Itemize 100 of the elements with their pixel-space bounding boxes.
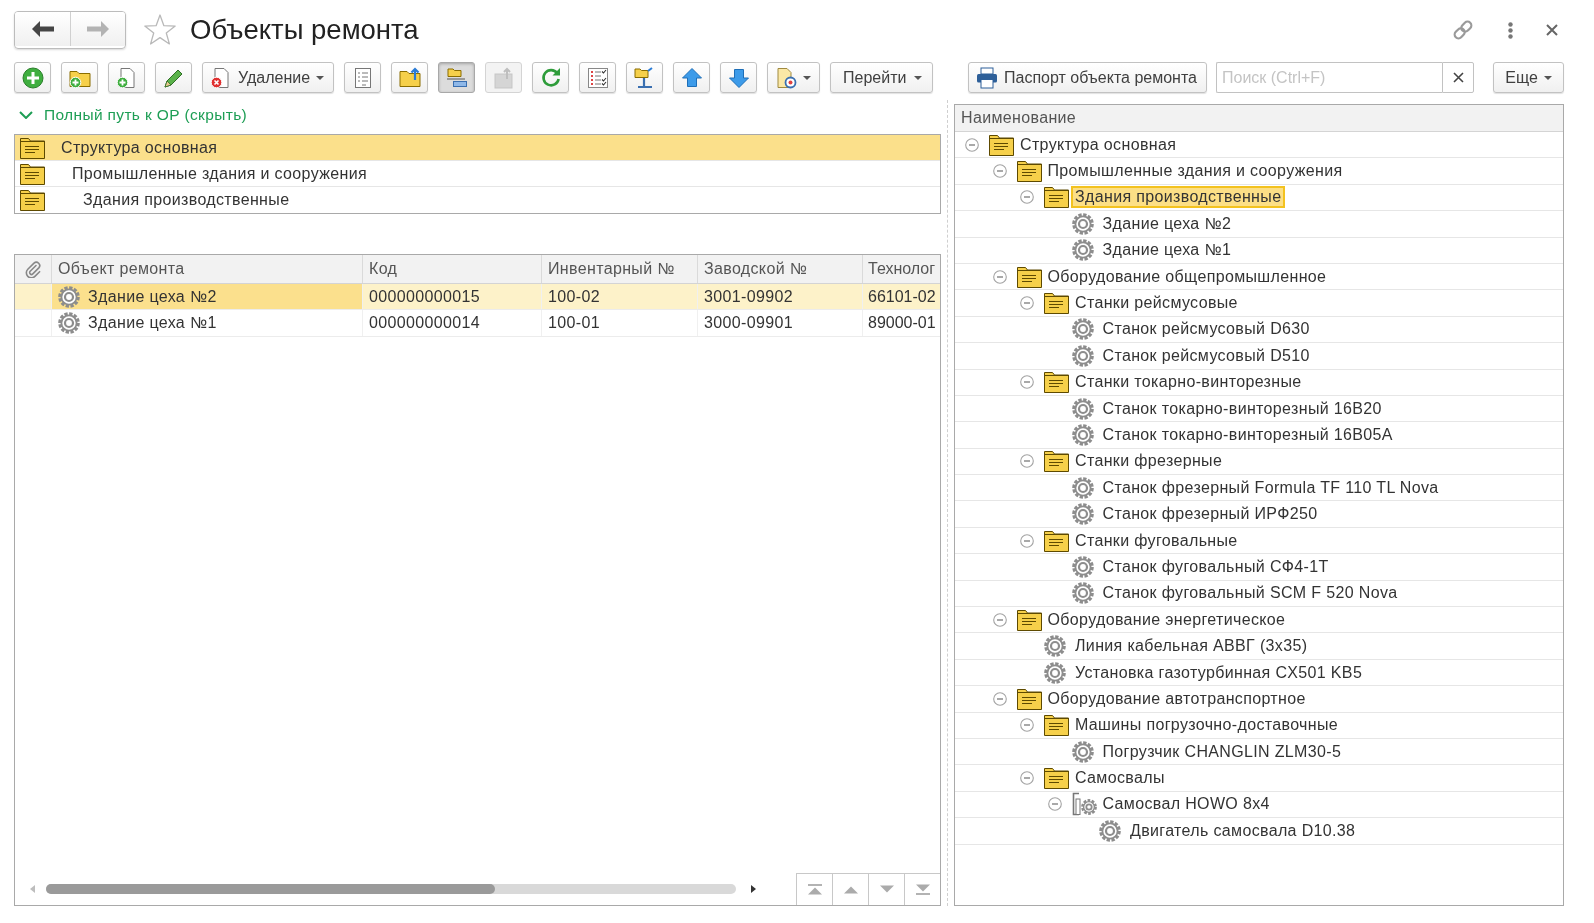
level-up-button[interactable] — [391, 62, 429, 93]
next-row-button[interactable] — [868, 873, 904, 905]
paperclip-icon[interactable] — [25, 260, 41, 278]
tree-item-label[interactable]: Оборудование автотранспортное — [1043, 687, 1310, 710]
move-down-button[interactable] — [720, 62, 758, 93]
collapse-icon[interactable] — [1020, 718, 1034, 733]
scroll-left-icon[interactable] — [30, 885, 35, 893]
add-button[interactable] — [14, 62, 51, 93]
tree-item-label[interactable]: Станки фрезерные — [1071, 450, 1227, 473]
tree-item-label[interactable]: Здание цеха №1 — [1098, 239, 1236, 262]
tree-item-label[interactable]: Здание цеха №2 — [1098, 212, 1236, 235]
list-settings-button[interactable] — [579, 62, 617, 93]
tree-item-label[interactable]: Линия кабельная АВВГ (3х35) — [1071, 635, 1312, 658]
move-up-button[interactable] — [673, 62, 711, 93]
more-icon[interactable] — [1508, 21, 1513, 39]
box-arrow-icon — [492, 66, 515, 89]
path-item[interactable]: Структура основная — [15, 135, 940, 161]
star-icon[interactable] — [143, 14, 177, 46]
gear-bracket-icon — [1071, 792, 1097, 817]
collapse-icon[interactable] — [965, 137, 979, 152]
tree-item-label[interactable]: Оборудование общепромышленное — [1043, 265, 1331, 288]
horizontal-scrollbar[interactable] — [46, 884, 736, 894]
tree-item-label[interactable]: Самосвалы — [1071, 767, 1169, 790]
search-field[interactable]: Поиск (Ctrl+F) — [1216, 62, 1442, 93]
tree-item-label[interactable]: Погрузчик CHANGLIN ZLM30-5 — [1098, 740, 1346, 763]
window-title: Объекты ремонта — [190, 14, 419, 46]
back-button[interactable] — [15, 12, 70, 46]
collapse-icon[interactable] — [992, 691, 1007, 706]
collapse-icon[interactable] — [992, 612, 1007, 627]
table-cell: 3001-09902 — [698, 284, 863, 310]
clear-search-button[interactable] — [1442, 62, 1474, 93]
previous-row-button[interactable] — [832, 873, 868, 905]
collapse-icon[interactable] — [1020, 296, 1034, 311]
gear-icon — [1071, 582, 1094, 605]
tree-item-label[interactable]: Здания производственные — [1071, 186, 1286, 209]
tree-item-label[interactable]: Станок фуговальный SCM F 520 Nova — [1098, 582, 1402, 605]
tree-item-label[interactable]: Оборудование энергетическое — [1043, 608, 1290, 631]
goto-button[interactable]: Перейти — [830, 62, 934, 93]
tree-item-label[interactable]: Структура основная — [1016, 133, 1181, 156]
tree-item-label[interactable]: Установка газотурбинная CX501 KB5 — [1071, 661, 1367, 684]
tree-item-label[interactable]: Машины погрузочно-доставочные — [1071, 714, 1343, 737]
tree-item-label[interactable]: Станок токарно-винторезный 16В05А — [1098, 424, 1397, 446]
path-item[interactable]: Здания производственные — [15, 187, 940, 213]
tree-item-label[interactable]: Самосвал HOWO 8x4 — [1098, 793, 1274, 816]
collapse-icon[interactable] — [1047, 797, 1062, 812]
tree-item-label[interactable]: Станок фрезерный Formula TF 110 TL Nova — [1098, 476, 1443, 499]
table-row[interactable]: Здание цеха №1 000000000014 100-01 3000-09901 89000-01 — [15, 310, 940, 337]
document-menu-button[interactable] — [767, 62, 821, 93]
path-item[interactable]: Промышленные здания и сооружения — [15, 161, 940, 187]
column-header[interactable]: Объект ремонта — [52, 255, 363, 283]
tree-item-label[interactable]: Станки токарно-винторезные — [1071, 371, 1306, 394]
column-header[interactable]: Инвентарный № — [542, 255, 698, 283]
close-icon[interactable] — [1546, 24, 1558, 36]
link-icon[interactable] — [1451, 18, 1475, 42]
table-cell: Здание цеха №2 — [88, 287, 217, 306]
tree-item-label[interactable]: Станок токарно-винторезный 16В20 — [1098, 397, 1386, 420]
tree-item-label[interactable]: Станок фуговальный СФ4-1Т — [1098, 555, 1333, 578]
tree-item-label[interactable]: Станок рейсмусовый D630 — [1098, 318, 1314, 341]
caret-icon — [1543, 75, 1552, 80]
table-row[interactable]: Здание цеха №2 000000000015 100-02 3001-09902 66101-02 — [15, 284, 940, 311]
last-row-button[interactable] — [904, 873, 940, 905]
tree-item-label[interactable]: Промышленные здания и сооружения — [1043, 160, 1347, 183]
path-toggle-link[interactable]: Полный путь к ОР (скрыть) — [14, 100, 248, 130]
collapse-icon[interactable] — [1020, 190, 1034, 205]
collapse-icon[interactable] — [992, 164, 1007, 179]
print-passport-button[interactable]: Паспорт объекта ремонта — [968, 62, 1207, 93]
tree-item-label[interactable]: Станки фуговальные — [1071, 529, 1242, 552]
column-header[interactable]: Заводской № — [698, 255, 863, 283]
tree-item-label[interactable]: Двигатель самосвала D10.38 — [1126, 819, 1360, 842]
list-button[interactable] — [344, 62, 382, 93]
printer-icon — [976, 66, 999, 89]
folder-icon — [20, 136, 45, 159]
scroll-right-icon[interactable] — [751, 885, 756, 893]
gear-icon — [58, 312, 80, 335]
tree-item-label[interactable]: Станок рейсмусовый D510 — [1098, 344, 1314, 367]
table-cell: 100-01 — [542, 310, 698, 336]
first-row-button[interactable] — [796, 873, 832, 905]
add-group-button[interactable] — [61, 62, 98, 93]
collapse-icon[interactable] — [1020, 771, 1034, 786]
collapse-icon[interactable] — [992, 269, 1007, 284]
column-header[interactable]: Код — [363, 255, 542, 283]
tree-item-label[interactable]: Станки рейсмусовые — [1071, 292, 1242, 315]
column-header[interactable]: Технолог — [863, 255, 940, 283]
move-to-group-button[interactable] — [626, 62, 664, 93]
hierarchy-button[interactable] — [438, 62, 476, 93]
tree-item-label[interactable]: Станок фрезерный ИРФ250 — [1098, 503, 1322, 526]
collapse-icon[interactable] — [1020, 375, 1034, 390]
table-cell: 100-02 — [542, 284, 698, 310]
gear-icon — [1071, 503, 1094, 526]
delete-button[interactable]: Удаление — [202, 62, 335, 93]
column-header[interactable]: Наименование — [955, 105, 1077, 131]
gear-icon — [1071, 212, 1094, 235]
collapse-icon[interactable] — [1020, 454, 1034, 469]
folder-icon — [1044, 767, 1069, 790]
add-copy-button[interactable] — [108, 62, 145, 93]
collapse-icon[interactable] — [1020, 533, 1034, 548]
more-button[interactable]: Еще — [1493, 62, 1564, 93]
refresh-button[interactable] — [532, 62, 570, 93]
edit-button[interactable] — [155, 62, 192, 93]
arrow-up-icon — [680, 66, 703, 89]
